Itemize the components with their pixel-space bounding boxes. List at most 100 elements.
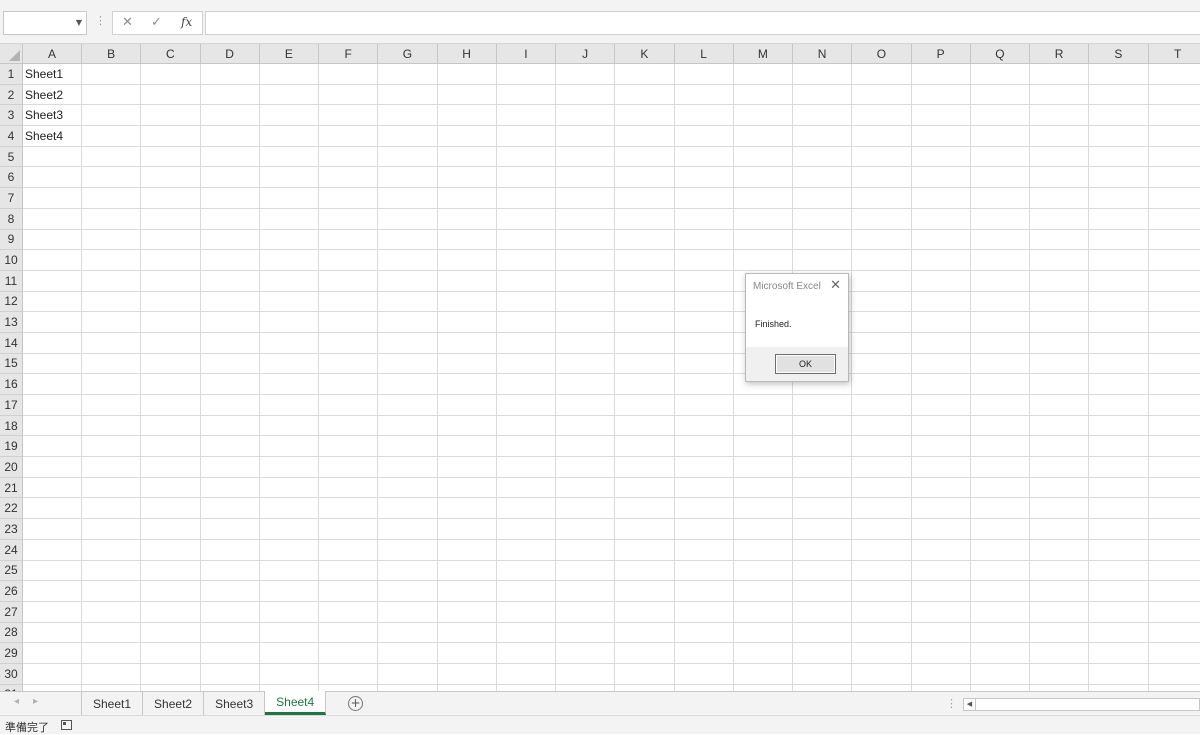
cell[interactable] — [556, 209, 615, 230]
cell[interactable] — [971, 105, 1030, 126]
cell[interactable] — [615, 85, 674, 106]
cell[interactable] — [141, 312, 200, 333]
cell[interactable] — [852, 540, 911, 561]
cell[interactable] — [82, 498, 141, 519]
cell[interactable] — [734, 416, 793, 437]
cell[interactable] — [852, 85, 911, 106]
cell[interactable] — [497, 498, 556, 519]
column-header-j[interactable]: J — [556, 44, 615, 64]
cell[interactable] — [319, 664, 378, 685]
cell[interactable] — [793, 209, 852, 230]
cell[interactable] — [260, 312, 319, 333]
cell[interactable] — [1030, 209, 1089, 230]
cell[interactable] — [615, 312, 674, 333]
cell[interactable] — [319, 374, 378, 395]
cell[interactable] — [852, 623, 911, 644]
cell[interactable] — [497, 250, 556, 271]
cell[interactable] — [675, 312, 734, 333]
cell[interactable] — [675, 643, 734, 664]
cell[interactable] — [438, 271, 497, 292]
cell[interactable] — [141, 519, 200, 540]
cell[interactable] — [852, 354, 911, 375]
cell[interactable] — [319, 312, 378, 333]
cell[interactable] — [82, 209, 141, 230]
cell[interactable] — [23, 581, 82, 602]
cell[interactable] — [497, 561, 556, 582]
cell[interactable] — [319, 416, 378, 437]
cell[interactable] — [141, 623, 200, 644]
cell[interactable] — [556, 643, 615, 664]
cell[interactable] — [82, 85, 141, 106]
cell[interactable] — [971, 643, 1030, 664]
cell[interactable] — [1149, 354, 1200, 375]
cell[interactable] — [1030, 457, 1089, 478]
cell[interactable] — [82, 292, 141, 313]
cell[interactable] — [615, 519, 674, 540]
cell[interactable] — [82, 333, 141, 354]
cell[interactable] — [438, 312, 497, 333]
cell[interactable] — [852, 416, 911, 437]
cell[interactable] — [23, 664, 82, 685]
cell[interactable] — [971, 292, 1030, 313]
cell[interactable] — [793, 85, 852, 106]
cell[interactable] — [23, 167, 82, 188]
cell[interactable] — [82, 519, 141, 540]
cell[interactable] — [378, 519, 437, 540]
cell[interactable] — [497, 105, 556, 126]
cell[interactable] — [141, 105, 200, 126]
cell[interactable] — [23, 209, 82, 230]
cell[interactable] — [734, 602, 793, 623]
cell[interactable] — [260, 561, 319, 582]
cell[interactable] — [319, 457, 378, 478]
cell[interactable] — [971, 561, 1030, 582]
cell[interactable] — [615, 664, 674, 685]
cell[interactable] — [497, 643, 556, 664]
cell[interactable] — [201, 126, 260, 147]
cell[interactable] — [497, 292, 556, 313]
cell[interactable] — [1030, 64, 1089, 85]
cell[interactable] — [141, 167, 200, 188]
cell[interactable] — [556, 147, 615, 168]
formula-input[interactable] — [205, 11, 1200, 35]
row-header[interactable]: 1 — [0, 64, 23, 85]
cell[interactable] — [82, 126, 141, 147]
cell[interactable] — [82, 540, 141, 561]
cell[interactable] — [793, 664, 852, 685]
cell[interactable] — [615, 188, 674, 209]
cell[interactable] — [497, 230, 556, 251]
row-header[interactable]: 20 — [0, 457, 23, 478]
cell[interactable] — [260, 395, 319, 416]
cell[interactable] — [912, 354, 971, 375]
cell[interactable] — [556, 333, 615, 354]
cell[interactable] — [141, 602, 200, 623]
cell[interactable] — [556, 292, 615, 313]
row-header[interactable]: 17 — [0, 395, 23, 416]
cell[interactable] — [319, 126, 378, 147]
cell[interactable] — [438, 209, 497, 230]
cell[interactable] — [1030, 643, 1089, 664]
row-header[interactable]: 10 — [0, 250, 23, 271]
cell[interactable] — [1149, 271, 1200, 292]
cell[interactable] — [675, 209, 734, 230]
cell[interactable] — [23, 374, 82, 395]
cell[interactable] — [556, 623, 615, 644]
row-header[interactable]: 18 — [0, 416, 23, 437]
cell[interactable] — [1030, 292, 1089, 313]
cell[interactable] — [141, 374, 200, 395]
cell[interactable] — [23, 312, 82, 333]
cell[interactable] — [675, 64, 734, 85]
cell[interactable] — [793, 147, 852, 168]
cell[interactable] — [734, 188, 793, 209]
macro-record-icon[interactable] — [61, 720, 72, 730]
cell[interactable] — [497, 581, 556, 602]
cell[interactable] — [23, 519, 82, 540]
cell[interactable] — [675, 478, 734, 499]
cell[interactable] — [912, 643, 971, 664]
cell[interactable] — [615, 333, 674, 354]
cell[interactable] — [1149, 374, 1200, 395]
cell[interactable] — [319, 623, 378, 644]
cell[interactable] — [615, 498, 674, 519]
cell[interactable] — [82, 230, 141, 251]
cell[interactable] — [1149, 333, 1200, 354]
cell[interactable] — [201, 457, 260, 478]
